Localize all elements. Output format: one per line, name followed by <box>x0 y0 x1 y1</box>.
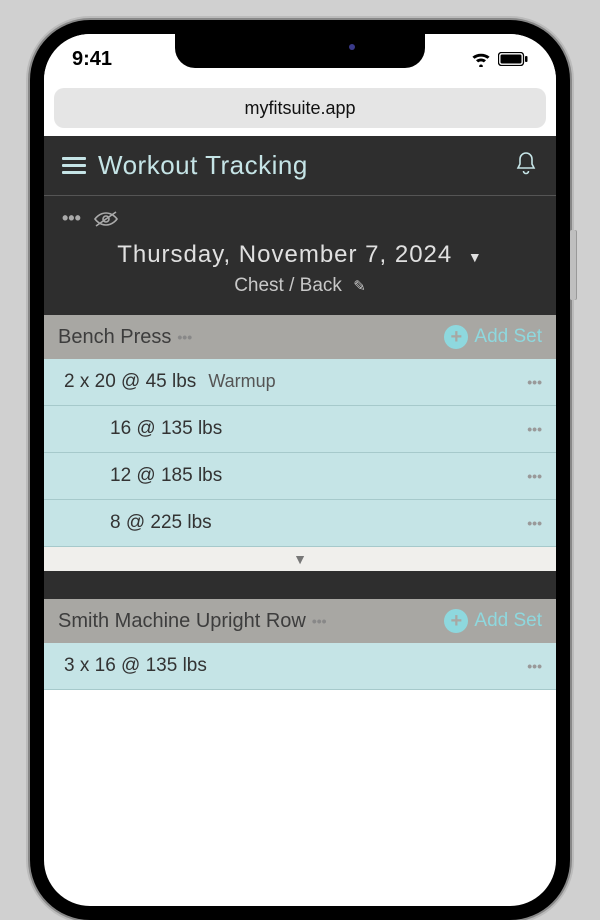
set-text: 12 @ 185 lbs <box>64 465 527 487</box>
more-icon[interactable]: ••• <box>62 208 81 229</box>
status-time: 9:41 <box>72 48 112 71</box>
set-label: Warmup <box>208 371 275 391</box>
set-text: 16 @ 135 lbs <box>64 418 527 440</box>
section-gap <box>44 571 556 599</box>
set-text: 3 x 16 @ 135 lbs <box>64 655 527 677</box>
set-more-icon[interactable]: ••• <box>527 468 542 484</box>
bell-icon[interactable] <box>514 150 538 181</box>
workout-name-row[interactable]: Chest / Back ✎ <box>62 275 538 297</box>
exercise-more-icon[interactable]: ••• <box>312 613 327 629</box>
exercise-more-icon[interactable]: ••• <box>177 329 192 345</box>
chevron-down-icon: ▼ <box>468 249 483 265</box>
date-section: ••• Thursday, November 7, 2024 ▼ Chest /… <box>44 196 556 315</box>
chevron-down-icon: ▼ <box>293 551 307 567</box>
plus-icon: + <box>444 325 468 349</box>
browser-url-bar[interactable]: myfitsuite.app <box>54 88 546 128</box>
page-title: Workout Tracking <box>98 150 308 181</box>
set-row[interactable]: 2 x 20 @ 45 lbs Warmup ••• <box>44 359 556 406</box>
url-text: myfitsuite.app <box>244 98 355 119</box>
set-more-icon[interactable]: ••• <box>527 515 542 531</box>
exercise-header: Bench Press ••• + Add Set <box>44 315 556 359</box>
exercise-name: Smith Machine Upright Row <box>58 610 306 633</box>
visibility-off-icon[interactable] <box>93 210 119 228</box>
sets-list: 2 x 20 @ 45 lbs Warmup ••• 16 @ 135 lbs •… <box>44 359 556 547</box>
add-set-label: Add Set <box>474 610 542 632</box>
set-row[interactable]: 8 @ 225 lbs ••• <box>44 500 556 547</box>
status-icons <box>470 51 528 67</box>
add-set-button[interactable]: + Add Set <box>444 325 542 349</box>
workout-date-selector[interactable]: Thursday, November 7, 2024 ▼ <box>62 241 538 269</box>
set-text: 8 @ 225 lbs <box>64 512 527 534</box>
edit-icon: ✎ <box>353 278 366 295</box>
set-more-icon[interactable]: ••• <box>527 658 542 674</box>
set-more-icon[interactable]: ••• <box>527 374 542 390</box>
workout-date: Thursday, November 7, 2024 <box>117 241 452 268</box>
workout-name: Chest / Back <box>234 275 342 296</box>
add-set-button[interactable]: + Add Set <box>444 609 542 633</box>
plus-icon: + <box>444 609 468 633</box>
expand-exercise-toggle[interactable]: ▼ <box>44 547 556 571</box>
menu-icon[interactable] <box>62 157 86 174</box>
phone-side-button <box>570 230 576 300</box>
phone-notch <box>175 34 425 68</box>
add-set-label: Add Set <box>474 326 542 348</box>
exercise-header: Smith Machine Upright Row ••• + Add Set <box>44 599 556 643</box>
battery-icon <box>498 52 528 66</box>
set-text: 2 x 20 @ 45 lbs <box>64 371 196 392</box>
set-row[interactable]: 3 x 16 @ 135 lbs ••• <box>44 643 556 690</box>
phone-frame: 9:41 myfitsuite.app Workout Tracking ••• <box>30 20 570 920</box>
set-more-icon[interactable]: ••• <box>527 421 542 437</box>
app-header: Workout Tracking <box>44 136 556 196</box>
notch-camera-dot <box>349 44 355 50</box>
exercise-name: Bench Press <box>58 326 171 349</box>
set-row[interactable]: 12 @ 185 lbs ••• <box>44 453 556 500</box>
sets-list: 3 x 16 @ 135 lbs ••• <box>44 643 556 690</box>
set-row[interactable]: 16 @ 135 lbs ••• <box>44 406 556 453</box>
phone-screen: 9:41 myfitsuite.app Workout Tracking ••• <box>44 34 556 906</box>
wifi-icon <box>470 51 492 67</box>
